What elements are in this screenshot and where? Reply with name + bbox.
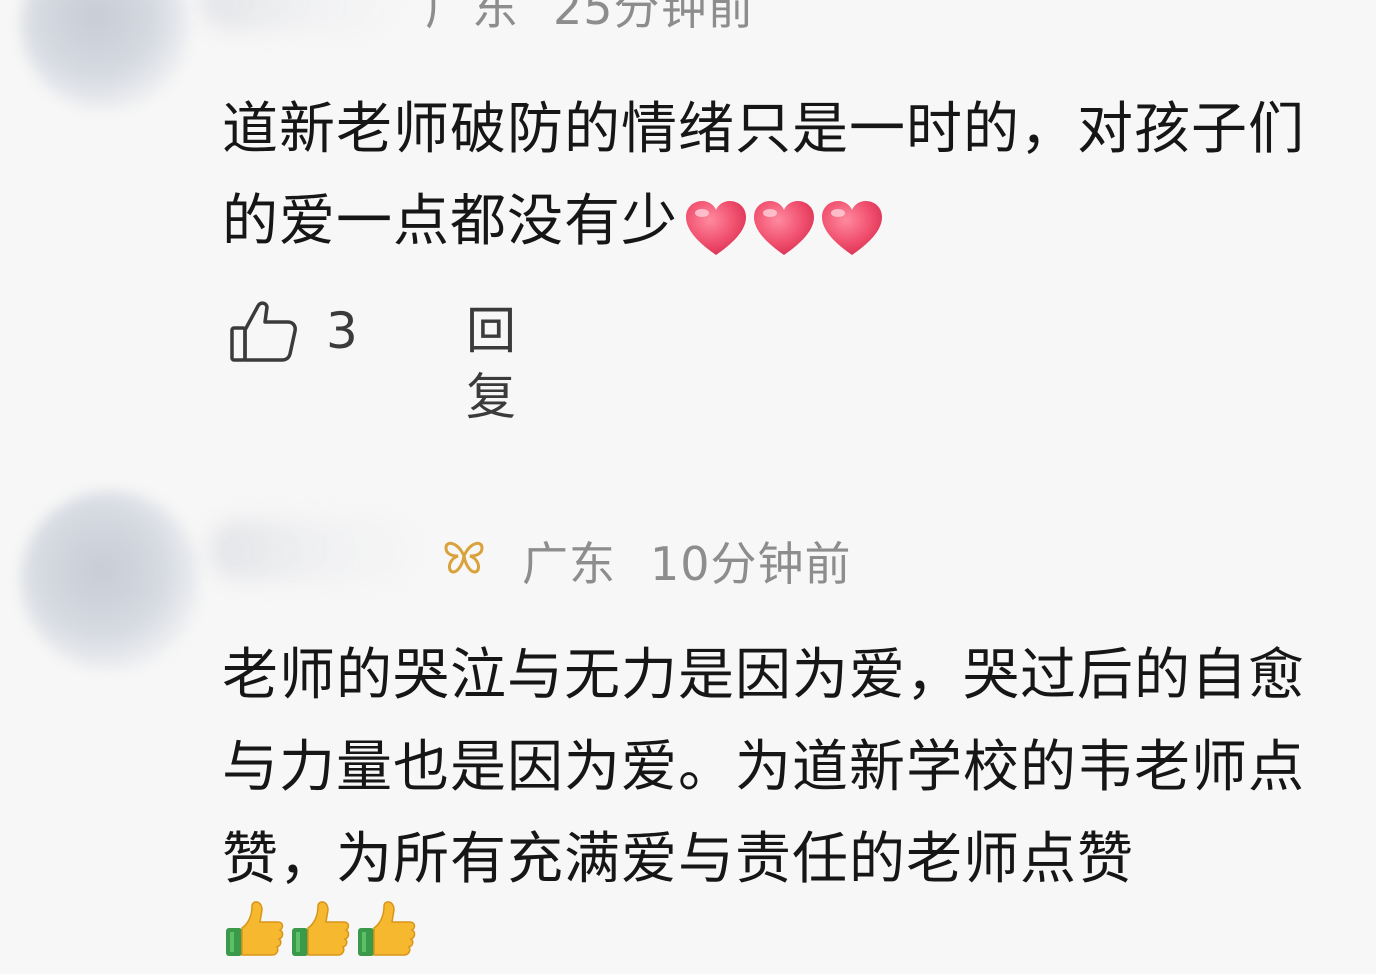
avatar[interactable] <box>20 490 200 670</box>
heart-icon <box>822 200 882 255</box>
reply-button[interactable]: 回复 <box>466 298 516 430</box>
thumbs-up-emoji-icon <box>358 901 416 956</box>
emoji-row <box>678 179 884 271</box>
like-button[interactable]: 3 <box>228 298 358 364</box>
location-label: 广东 <box>425 0 519 35</box>
username-blurred[interactable] <box>210 520 420 580</box>
comment-text: 老师的哭泣与无力是因为爱，哭过后的自愈与力量也是因为爱。为道新学校的韦老师点赞，… <box>222 643 1305 892</box>
emoji-row <box>222 898 418 962</box>
comment-body: 道新老师破防的情绪只是一时的，对孩子们的爱一点都没有少 <box>222 84 1322 271</box>
comment-meta: 广东 10分钟前 <box>522 528 852 594</box>
avatar[interactable] <box>20 0 190 110</box>
location-label: 广东 <box>522 537 616 591</box>
comment-body: 老师的哭泣与无力是因为爱，哭过后的自愈与力量也是因为爱。为道新学校的韦老师点赞，… <box>222 630 1322 906</box>
thumbs-up-emoji-icon <box>226 901 284 956</box>
timestamp: 10分钟前 <box>650 537 852 591</box>
thumbs-up-emoji-icon <box>292 901 350 956</box>
heart-icon <box>754 200 814 255</box>
thumbs-up-outline-icon <box>230 301 297 362</box>
username-blurred[interactable] <box>200 0 400 30</box>
timestamp: 25分钟前 <box>553 0 755 35</box>
like-count: 3 <box>326 302 358 360</box>
heart-icon <box>686 200 746 255</box>
butterfly-badge-icon <box>444 541 484 574</box>
comment-meta: 广东 25分钟前 <box>425 0 755 38</box>
